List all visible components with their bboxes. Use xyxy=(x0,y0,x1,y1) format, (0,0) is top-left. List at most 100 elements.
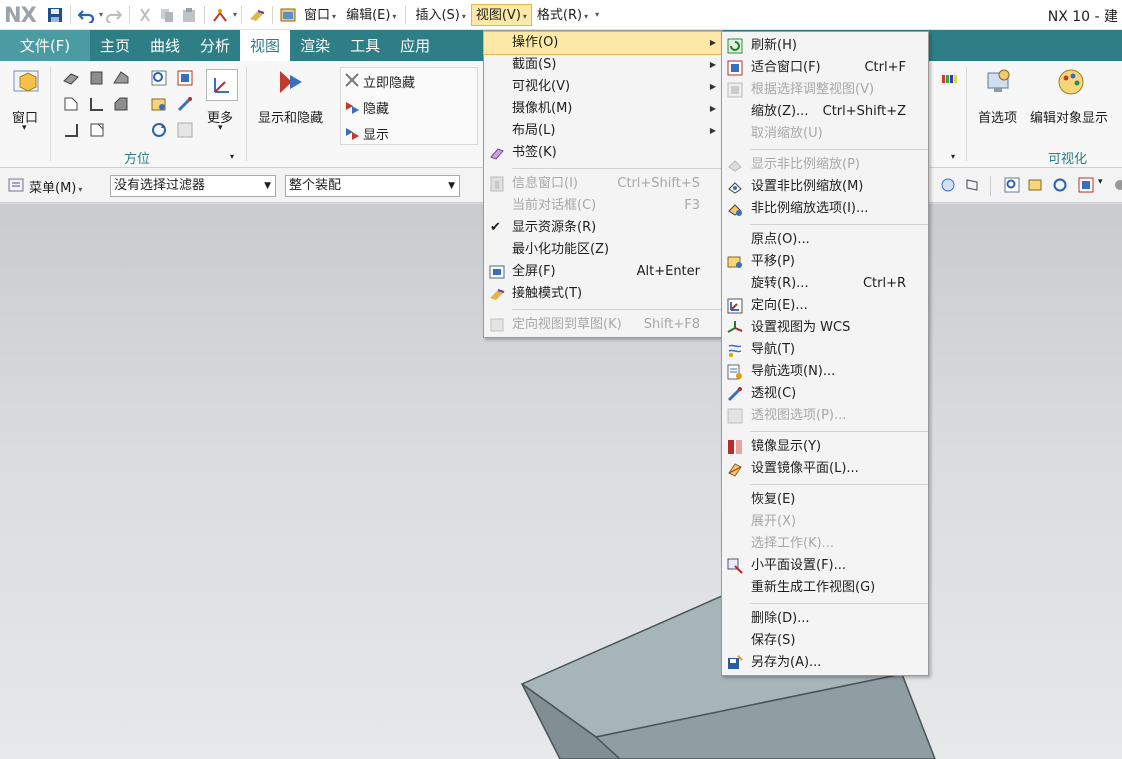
more-orient-icon[interactable] xyxy=(206,69,238,101)
menu-item-31[interactable]: 另存为(A)... xyxy=(722,652,928,674)
window-dropdown-icon[interactable]: ▾ xyxy=(22,123,27,133)
show-and-hide-icon[interactable] xyxy=(276,67,306,97)
menu-item-3[interactable]: 摄像机(M) ▶ xyxy=(484,98,722,120)
perspective-icon[interactable] xyxy=(176,95,194,113)
view-right-icon[interactable] xyxy=(112,95,130,113)
customize-dropdown-icon[interactable]: ▾ xyxy=(595,10,599,19)
menu-item-10[interactable]: 原点(O)... xyxy=(722,229,928,251)
copy-icon[interactable] xyxy=(159,7,175,23)
menu-item-14[interactable]: 设置视图为 WCS xyxy=(722,317,928,339)
window-icon[interactable] xyxy=(12,67,42,97)
menu-edit[interactable]: 编辑(E) ▾ xyxy=(341,4,401,26)
tab-tools[interactable]: 工具 xyxy=(340,30,390,61)
fit-icon[interactable] xyxy=(176,69,194,87)
visual-group-dropdown-icon[interactable]: ▾ xyxy=(951,152,955,161)
tab-home[interactable]: 主页 xyxy=(90,30,140,61)
menu-icon[interactable] xyxy=(8,177,24,193)
menu-item-27[interactable]: 重新生成工作视图(G) xyxy=(722,577,928,599)
snap-icon[interactable] xyxy=(940,177,956,193)
menu-item-2[interactable]: 可视化(V) ▶ xyxy=(484,76,722,98)
save-icon[interactable] xyxy=(47,7,63,23)
menu-item-13[interactable]: 定向(E)... xyxy=(722,295,928,317)
view-left-icon[interactable] xyxy=(88,95,106,113)
zoom-icon[interactable] xyxy=(1004,177,1020,193)
redo-icon[interactable] xyxy=(106,7,123,24)
menu-item-12[interactable]: 旋转(R)... Ctrl+R xyxy=(722,273,928,295)
render-style-icon[interactable] xyxy=(1112,177,1122,193)
tab-view[interactable]: 视图 xyxy=(240,30,291,61)
repeat-dropdown-icon[interactable]: ▾ xyxy=(233,10,237,19)
fit-icon[interactable] xyxy=(1078,177,1094,193)
menu-item-12[interactable]: 接触模式(T) xyxy=(484,283,722,305)
menu-item-7[interactable]: 设置非比例缩放(M) xyxy=(722,176,928,198)
repeat-command-icon[interactable] xyxy=(212,7,228,23)
menu-item-29[interactable]: 删除(D)... xyxy=(722,608,928,630)
zoom-icon[interactable] xyxy=(150,69,168,87)
tab-file[interactable]: 文件(F) xyxy=(0,30,90,61)
show-icon[interactable] xyxy=(343,123,361,141)
menu-item-15[interactable]: 导航(T) xyxy=(722,339,928,361)
menu-item-1[interactable]: 适合窗口(F) Ctrl+F xyxy=(722,57,928,79)
view-front-icon[interactable] xyxy=(112,69,130,87)
pan-icon[interactable] xyxy=(1028,177,1044,193)
rotate-icon[interactable] xyxy=(1052,177,1068,193)
menu-item-11[interactable]: 全屏(F) Alt+Enter xyxy=(484,261,722,283)
hide-label[interactable]: 隐藏 xyxy=(363,98,389,117)
menu-item-5[interactable]: 书签(K) xyxy=(484,142,722,164)
color-palette-icon[interactable] xyxy=(940,69,958,87)
rotate-icon[interactable] xyxy=(150,121,168,139)
tab-analysis[interactable]: 分析 xyxy=(190,30,240,61)
hide-icon[interactable] xyxy=(343,97,361,115)
more-dropdown-icon[interactable]: ▾ xyxy=(218,123,223,133)
menu-item-10[interactable]: 最小化功能区(Z) xyxy=(484,239,722,261)
edit-object-display-icon[interactable] xyxy=(1056,67,1086,97)
selection-filter-dropdown[interactable]: 没有选择过滤器 ▼ xyxy=(110,175,276,197)
tab-application[interactable]: 应用 xyxy=(390,30,440,61)
menu-item-4[interactable]: 布局(L) ▶ xyxy=(484,120,722,142)
view-top-icon[interactable] xyxy=(62,95,80,113)
menu-window[interactable]: 窗口 ▾ xyxy=(299,4,341,26)
view-trimetric-icon[interactable] xyxy=(62,69,80,87)
menu-item-8[interactable]: 非比例缩放选项(I)... xyxy=(722,198,928,220)
undo-icon[interactable] xyxy=(77,7,95,24)
paste-icon[interactable] xyxy=(181,7,197,23)
menu-item-23[interactable]: 恢复(E) xyxy=(722,489,928,511)
view-isometric-icon[interactable] xyxy=(88,69,106,87)
menu-item-0[interactable]: 操作(O) ▶ xyxy=(483,31,723,55)
touch-mode-icon[interactable] xyxy=(249,7,265,23)
menu-item-21[interactable]: 设置镜像平面(L)... xyxy=(722,458,928,480)
preferences-label[interactable]: 首选项 xyxy=(978,107,1017,126)
menu-item-1[interactable]: 截面(S) ▶ xyxy=(484,54,722,76)
menu-item-30[interactable]: 保存(S) xyxy=(722,630,928,652)
cut-icon[interactable] xyxy=(137,7,153,23)
show-label[interactable]: 显示 xyxy=(363,124,389,143)
menu-item-0[interactable]: 刷新(H) xyxy=(722,35,928,57)
hide-immediate-icon[interactable] xyxy=(343,71,361,89)
selection-scope-dropdown[interactable]: 整个装配 ▼ xyxy=(285,175,460,197)
preferences-icon[interactable] xyxy=(984,67,1014,97)
menu-view[interactable]: 视图(V) ▾ xyxy=(470,3,532,26)
pan-icon[interactable] xyxy=(150,95,168,113)
menu-item-17[interactable]: 透视(C) xyxy=(722,383,928,405)
menu-item-26[interactable]: 小平面设置(F)... xyxy=(722,555,928,577)
grid-icon[interactable] xyxy=(964,177,980,193)
menu-format[interactable]: 格式(R) ▾ xyxy=(532,4,593,26)
hide-immediate-label[interactable]: 立即隐藏 xyxy=(363,72,415,91)
show-and-hide-label[interactable]: 显示和隐藏 xyxy=(258,107,323,126)
view-back-icon[interactable] xyxy=(88,121,106,139)
menu-item-9[interactable]: ✔ 显示资源条(R) xyxy=(484,217,722,239)
view-bottom-icon[interactable] xyxy=(62,121,80,139)
menu-insert[interactable]: 插入(S) ▾ xyxy=(410,4,470,26)
undo-dropdown-icon[interactable]: ▾ xyxy=(99,10,103,19)
orient-group-dropdown-icon[interactable]: ▾ xyxy=(230,152,234,161)
menu-item-20[interactable]: 镜像显示(Y) xyxy=(722,436,928,458)
tab-render[interactable]: 渲染 xyxy=(290,30,340,61)
edit-object-display-label[interactable]: 编辑对象显示 xyxy=(1030,107,1108,126)
menu-item-11[interactable]: 平移(P) xyxy=(722,251,928,273)
chevron-down-icon[interactable]: ▾ xyxy=(1098,177,1103,187)
menu-item-16[interactable]: 导航选项(N)... xyxy=(722,361,928,383)
orient-icon[interactable] xyxy=(176,121,194,139)
menu-button[interactable]: 菜单(M) ▾ xyxy=(29,177,82,196)
tab-curve[interactable]: 曲线 xyxy=(140,30,190,61)
menu-item-3[interactable]: 缩放(Z)... Ctrl+Shift+Z xyxy=(722,101,928,123)
